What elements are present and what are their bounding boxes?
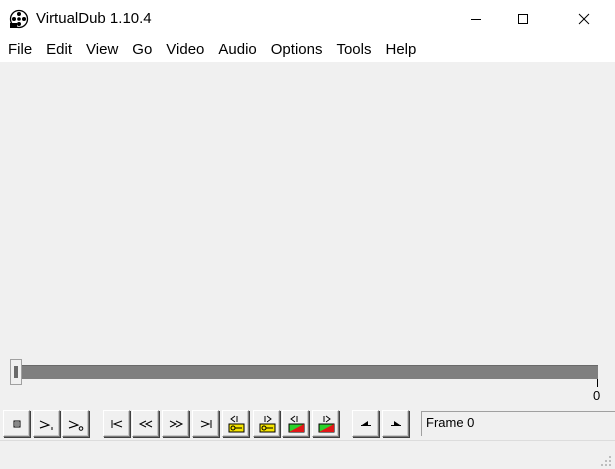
position-slider-thumb[interactable] [10, 359, 22, 385]
menu-video[interactable]: Video [159, 38, 211, 62]
video-display-area[interactable] [0, 62, 615, 362]
next-scene-icon [318, 415, 334, 432]
go-to-end-button[interactable] [192, 410, 219, 437]
previous-frame-button[interactable] [132, 410, 159, 437]
previous-keyframe-button[interactable] [222, 410, 249, 437]
go-to-start-icon [111, 419, 122, 428]
stop-button[interactable] [3, 410, 30, 437]
mark-in-button[interactable] [352, 410, 379, 437]
next-keyframe-icon [259, 415, 275, 432]
menu-go[interactable]: Go [125, 38, 159, 62]
window-title: VirtualDub 1.10.4 [36, 10, 152, 27]
slider-thumb-grip [14, 366, 18, 378]
go-to-end-icon [200, 419, 211, 428]
close-button[interactable] [561, 0, 607, 38]
previous-frame-icon [138, 420, 152, 427]
go-to-start-button[interactable] [103, 410, 130, 437]
close-icon [578, 13, 590, 25]
play-output-button[interactable] [62, 410, 89, 437]
next-frame-button[interactable] [162, 410, 189, 437]
slider-end-label: 0 [593, 388, 601, 403]
stop-icon [13, 420, 20, 427]
next-keyframe-button[interactable] [253, 410, 280, 437]
menu-file[interactable]: File [0, 38, 39, 62]
position-slider-track[interactable] [12, 365, 598, 379]
previous-keyframe-icon [228, 415, 244, 432]
mark-in-icon [360, 420, 371, 426]
previous-scene-button[interactable] [282, 410, 309, 437]
virtualdub-window: VirtualDub 1.10.4 File Edit View Go Vide… [0, 0, 615, 469]
menu-options[interactable]: Options [264, 38, 330, 62]
mark-out-icon [390, 420, 401, 426]
play-output-icon [68, 420, 83, 431]
slider-end-tick [597, 379, 598, 387]
menu-help[interactable]: Help [379, 38, 424, 62]
mark-out-button[interactable] [382, 410, 409, 437]
next-scene-button[interactable] [312, 410, 339, 437]
menu-view[interactable]: View [79, 38, 125, 62]
status-bar [0, 440, 615, 469]
menu-edit[interactable]: Edit [39, 38, 79, 62]
maximize-icon [518, 14, 528, 24]
title-bar[interactable]: VirtualDub 1.10.4 [0, 0, 615, 38]
play-input-button[interactable] [33, 410, 60, 437]
menu-audio[interactable]: Audio [211, 38, 263, 62]
maximize-button[interactable] [500, 0, 546, 38]
minimize-icon [471, 19, 481, 20]
menu-tools[interactable]: Tools [329, 38, 378, 62]
play-input-icon [39, 420, 52, 430]
frame-indicator[interactable]: Frame 0 [421, 411, 615, 436]
next-frame-icon [169, 420, 183, 427]
menu-bar: File Edit View Go Video Audio Options To… [0, 38, 615, 62]
resize-grip-icon[interactable] [600, 455, 612, 467]
minimize-button[interactable] [453, 0, 499, 38]
previous-scene-icon [288, 415, 304, 432]
film-reel-icon[interactable] [9, 9, 29, 29]
frame-indicator-text: Frame 0 [426, 415, 475, 430]
